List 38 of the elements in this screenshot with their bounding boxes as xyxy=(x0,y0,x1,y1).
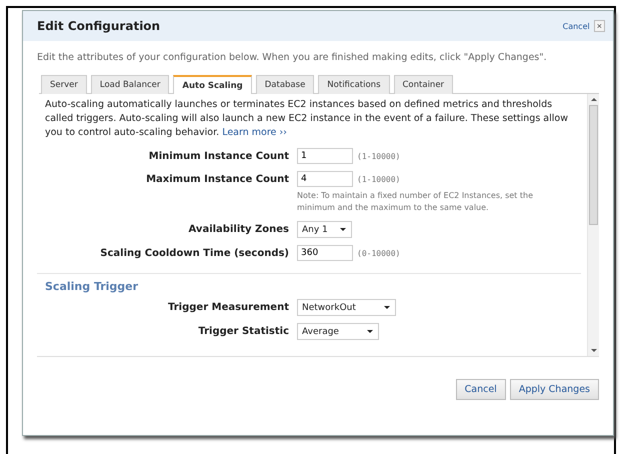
field-label: Trigger Statistic xyxy=(197,325,289,337)
tab[interactable]: Auto Scaling xyxy=(173,75,252,94)
tab[interactable]: Load Balancer xyxy=(90,75,170,94)
dialog-title: Edit Configuration xyxy=(37,19,162,33)
cancel-link[interactable]: Cancel xyxy=(562,22,590,30)
scroll-down-icon[interactable] xyxy=(590,349,596,352)
note-text: Note: To maintain a fixed number of EC2 Instances, set the minimum and the maximum to the same value. xyxy=(297,190,534,214)
scroll-up-icon[interactable] xyxy=(590,98,596,101)
description-text: Auto-scaling automatically launches or terminates EC2 instances based on defined metrics and thresholds called triggers. Auto-scaling will also launch a new EC2 instance in the event of a failure. These settings allow you to control auto-scaling behavior. Learn more ›› xyxy=(45,98,569,140)
range-hint: (1-10000) xyxy=(357,152,400,160)
dropdown[interactable]: Average xyxy=(297,323,379,340)
scrollbar[interactable] xyxy=(587,94,599,356)
dropdown[interactable]: NetworkOut xyxy=(297,299,396,316)
caret-icon xyxy=(366,330,373,333)
range-hint: (0-10000) xyxy=(357,248,400,258)
tab[interactable]: Server xyxy=(41,75,87,94)
dropdown[interactable]: Any 1 xyxy=(297,221,352,238)
caret-icon xyxy=(340,228,346,231)
input-field[interactable]: 4 xyxy=(297,171,353,187)
close-button[interactable]: × xyxy=(594,20,605,32)
dialog-button[interactable]: Cancel xyxy=(456,379,506,400)
field-label: Scaling Cooldown Time (seconds) xyxy=(99,247,289,259)
tab[interactable]: Notifications xyxy=(318,75,390,94)
field-label: Trigger Measurement xyxy=(167,301,289,313)
tab[interactable]: Container xyxy=(394,75,454,94)
intro-text: Edit the attributes of your configuration below. When you are finished making edits, click "Apply Changes". xyxy=(37,51,548,65)
range-hint: (1-10000) xyxy=(357,174,400,184)
field-label: Maximum Instance Count xyxy=(145,173,289,185)
input-field[interactable]: 1 xyxy=(297,148,353,164)
caret-icon xyxy=(384,306,390,309)
section-title: Scaling Trigger xyxy=(45,280,140,293)
input-field[interactable]: 360 xyxy=(297,245,353,261)
dialog-button[interactable]: Apply Changes xyxy=(510,379,599,400)
tab[interactable]: Database xyxy=(256,75,314,94)
field-label: Minimum Instance Count xyxy=(148,150,289,162)
field-label: Availability Zones xyxy=(188,223,289,235)
scroll-thumb[interactable] xyxy=(589,105,598,225)
learn-more-link[interactable]: Learn more ›› xyxy=(222,127,287,138)
